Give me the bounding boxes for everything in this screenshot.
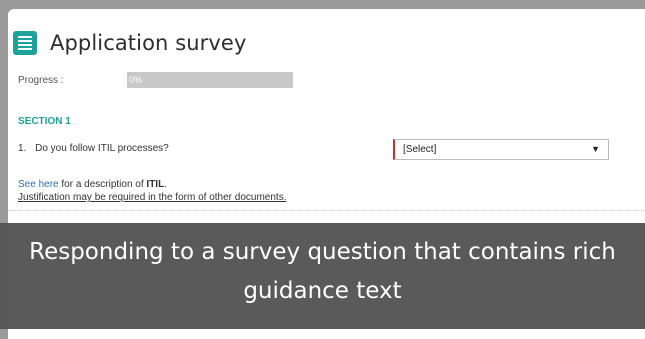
dotted-divider (8, 210, 645, 211)
question-text: Do you follow ITIL processes? (35, 143, 169, 154)
triangle-down-icon: ▼ (591, 144, 600, 154)
guidance-bold-term: ITIL (146, 179, 165, 190)
progress-label: Progress : (18, 74, 64, 86)
progress-text: 0% (129, 75, 143, 85)
select-value: [Select] (403, 144, 437, 155)
see-here-link[interactable]: See here (18, 179, 59, 190)
section-title: SECTION 1 (18, 116, 71, 127)
justification-note: Justification may be required in the for… (18, 192, 287, 203)
answer-select[interactable]: [Select] ▼ (393, 139, 609, 160)
survey-header: Application survey (13, 27, 246, 59)
guidance-text: See here for a description of ITIL. Just… (18, 178, 286, 204)
page-title: Application survey (50, 31, 247, 55)
progress-bar: 0% (127, 72, 293, 88)
caption-line-2: guidance text (243, 278, 402, 304)
guidance-description: for a description of (58, 179, 147, 190)
question-1: 1. Do you follow ITIL processes? (18, 143, 169, 154)
progress-row: Progress : 0% (18, 72, 293, 88)
list-icon (13, 31, 37, 55)
caption-line-1: Responding to a survey question that con… (29, 239, 616, 265)
question-number: 1. (18, 143, 27, 154)
guidance-period: . (164, 179, 167, 190)
caption-banner: Responding to a survey question that con… (0, 223, 645, 329)
